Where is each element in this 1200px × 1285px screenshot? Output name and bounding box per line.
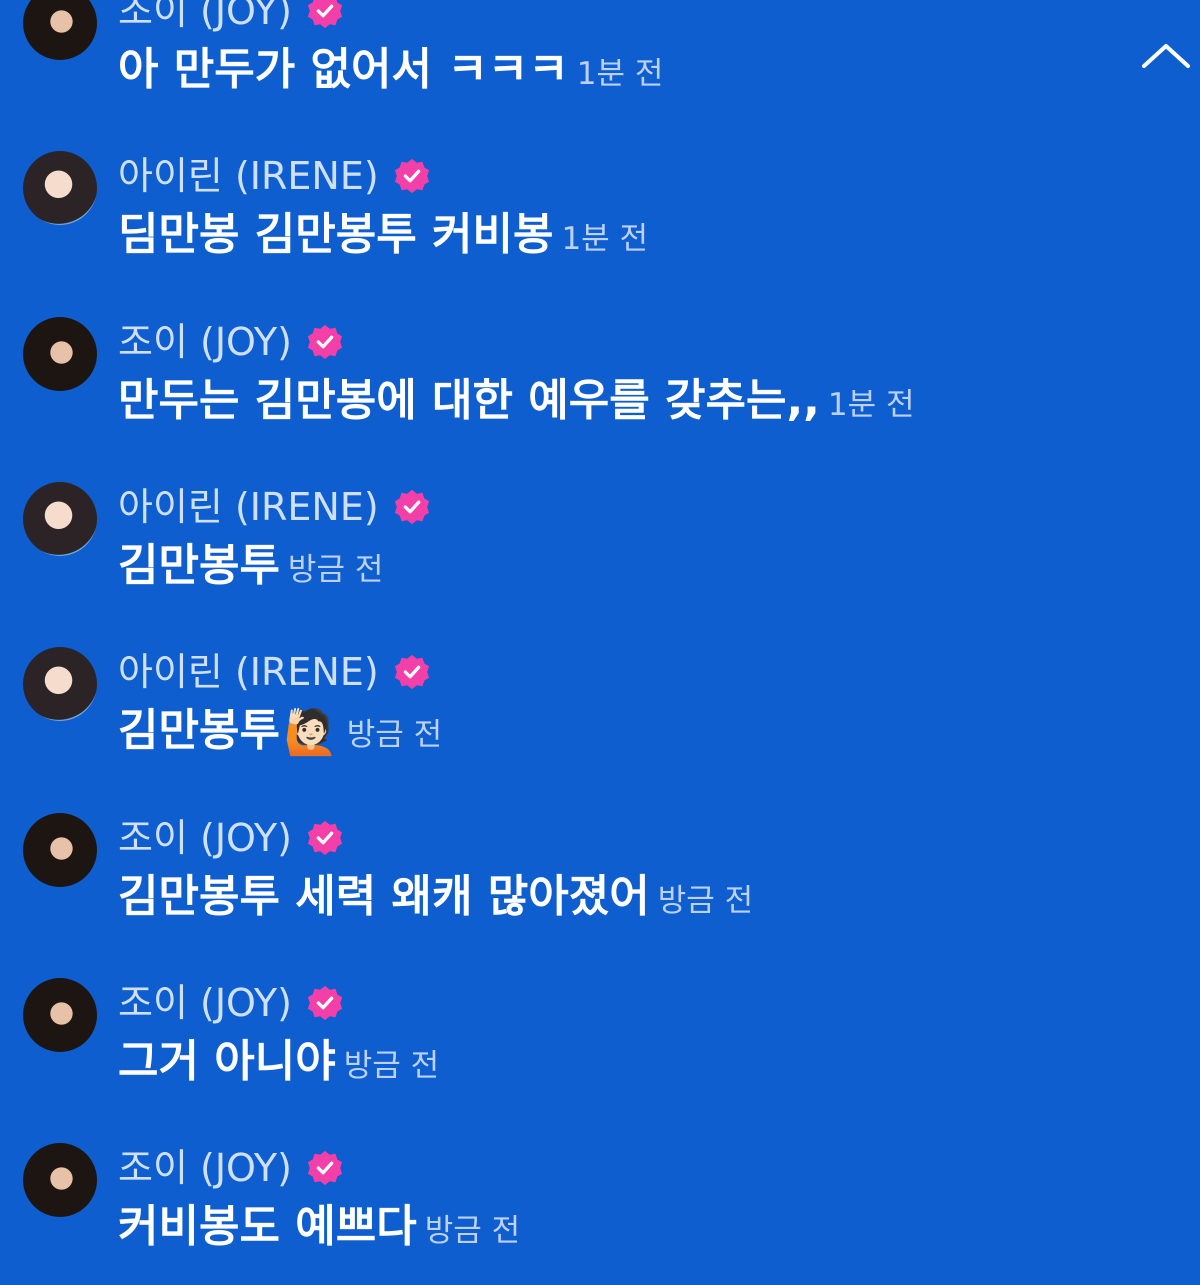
message-time: 1분 전: [561, 221, 649, 257]
verified-badge-icon: [307, 1150, 343, 1185]
verified-badge-icon: [307, 0, 343, 28]
chat-feed: 조이 (JOY) 아 만두가 없어서 ㅋㅋㅋ 1분 전 아이린 (IRENE) 딤…: [0, 0, 1200, 1285]
message-line: 커비봉도 예쁘다 방금 전: [118, 1199, 520, 1259]
message-line: 아 만두가 없어서 ㅋㅋㅋ 1분 전: [118, 42, 663, 102]
author-row: 조이 (JOY): [118, 980, 344, 1026]
joy-avatar[interactable]: [23, 317, 97, 391]
chat-message: 조이 (JOY) 김만봉투 세력 왜캐 많아졌어 방금 전: [0, 813, 1200, 979]
message-text: 만두는 김만봉에 대한 예우를 갖추는,,: [118, 375, 820, 426]
verified-badge-icon: [394, 158, 429, 193]
message-line: 만두는 김만봉에 대한 예우를 갖추는,, 1분 전: [118, 373, 915, 433]
chat-message: 아이린 (IRENE) 김만봉투🙋🏻 방금 전: [0, 647, 1200, 813]
message-time: 1분 전: [576, 56, 664, 92]
author-row: 아이린 (IRENE): [118, 484, 431, 530]
message-time: 방금 전: [657, 883, 754, 919]
verified-badge-icon: [307, 820, 343, 855]
message-line: 딤만봉 김만봉투 커비봉 1분 전: [118, 207, 648, 267]
message-text: 김만봉투 세력 왜캐 많아졌어: [118, 871, 650, 922]
irene-avatar[interactable]: [23, 647, 97, 721]
message-time: 방금 전: [343, 1048, 440, 1084]
message-line: 김만봉투 세력 왜캐 많아졌어 방금 전: [118, 869, 753, 929]
joy-avatar[interactable]: [23, 1143, 97, 1217]
chat-message: 조이 (JOY) 그거 아니야 방금 전: [0, 978, 1200, 1144]
chevron-up-icon[interactable]: [1140, 36, 1200, 80]
chat-message: 아이린 (IRENE) 딤만봉 김만봉투 커비봉 1분 전: [0, 151, 1200, 317]
verified-badge-icon: [394, 489, 429, 524]
author-row: 조이 (JOY): [118, 0, 344, 34]
message-time: 1분 전: [827, 387, 915, 423]
author-name[interactable]: 아이린 (IRENE): [118, 650, 379, 694]
message-text: 딤만봉 김만봉투 커비봉: [118, 209, 554, 260]
message-text: 아 만두가 없어서 ㅋㅋㅋ: [118, 44, 569, 95]
message-text: 그거 아니야: [118, 1036, 336, 1087]
author-name[interactable]: 아이린 (IRENE): [118, 485, 379, 529]
message-text: 김만봉투: [118, 540, 280, 591]
verified-badge-icon: [394, 654, 429, 689]
chat-message: 아이린 (IRENE) 김만봉투 방금 전: [0, 482, 1200, 648]
joy-avatar[interactable]: [23, 813, 97, 887]
irene-avatar[interactable]: [23, 151, 97, 225]
author-name[interactable]: 조이 (JOY): [118, 981, 292, 1025]
author-row: 아이린 (IRENE): [118, 649, 431, 695]
message-line: 그거 아니야 방금 전: [118, 1034, 439, 1094]
author-row: 조이 (JOY): [118, 319, 344, 365]
author-row: 아이린 (IRENE): [118, 153, 431, 199]
verified-badge-icon: [307, 324, 343, 359]
chat-message: 조이 (JOY) 아 만두가 없어서 ㅋㅋㅋ 1분 전: [0, 0, 1200, 152]
message-line: 김만봉투 방금 전: [118, 538, 383, 598]
message-text: 커비봉도 예쁘다: [118, 1201, 417, 1252]
author-row: 조이 (JOY): [118, 815, 344, 861]
author-row: 조이 (JOY): [118, 1145, 344, 1191]
author-name[interactable]: 조이 (JOY): [118, 0, 292, 33]
chat-message: 조이 (JOY) 커비봉도 예쁘다 방금 전: [0, 1143, 1200, 1285]
message-line: 김만봉투🙋🏻 방금 전: [118, 703, 442, 763]
joy-avatar[interactable]: [23, 978, 97, 1052]
author-name[interactable]: 조이 (JOY): [118, 1146, 292, 1190]
message-text: 김만봉투: [118, 705, 280, 756]
joy-avatar[interactable]: [23, 0, 97, 60]
author-name[interactable]: 조이 (JOY): [118, 320, 292, 364]
verified-badge-icon: [307, 985, 343, 1020]
irene-avatar[interactable]: [23, 482, 97, 556]
message-time: 방금 전: [424, 1213, 521, 1249]
author-name[interactable]: 조이 (JOY): [118, 816, 292, 860]
message-time: 방금 전: [346, 717, 443, 753]
raising-hand-emoji: 🙋🏻: [283, 707, 339, 758]
message-time: 방금 전: [287, 552, 384, 588]
author-name[interactable]: 아이린 (IRENE): [118, 154, 379, 198]
chat-message: 조이 (JOY) 만두는 김만봉에 대한 예우를 갖추는,, 1분 전: [0, 317, 1200, 483]
